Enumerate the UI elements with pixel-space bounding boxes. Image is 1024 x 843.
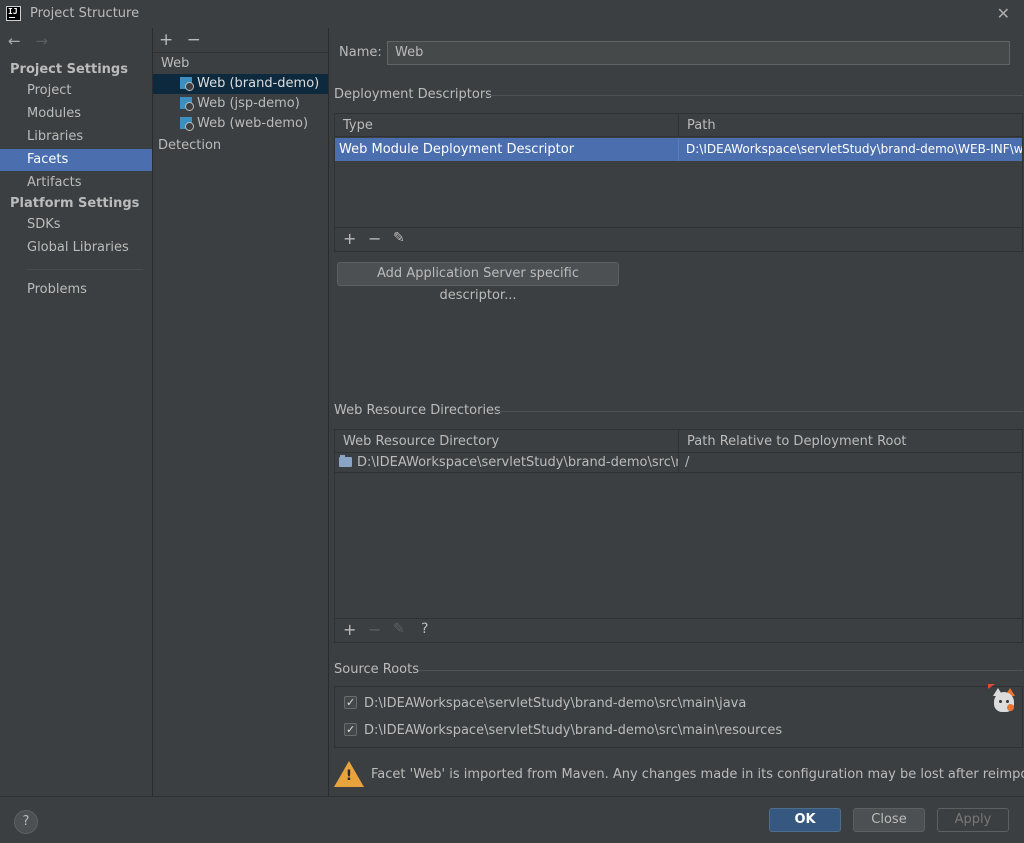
source-roots-title: Source Roots — [334, 662, 420, 677]
edit-pencil-icon[interactable]: ✎ — [393, 621, 405, 637]
tree-item-jsp-demo[interactable]: Web (jsp-demo) — [153, 94, 328, 114]
window-title: Project Structure — [30, 6, 140, 21]
resource-directory-cell: D:\IDEAWorkspace\servletStudy\brand-demo… — [335, 453, 678, 473]
column-separator — [678, 453, 679, 473]
remove-resource-button[interactable]: − — [368, 620, 381, 639]
column-header-type[interactable]: Type — [335, 114, 678, 137]
web-facet-icon — [180, 77, 194, 91]
edit-pencil-icon[interactable]: ✎ — [393, 230, 405, 246]
table-row[interactable]: D:\IDEAWorkspace\servletStudy\brand-demo… — [335, 453, 1022, 473]
web-facet-icon — [180, 97, 194, 111]
close-window-button[interactable]: ✕ — [997, 4, 1010, 23]
tree-item-label: Web (brand-demo) — [197, 76, 320, 91]
deployment-descriptors-title: Deployment Descriptors — [334, 87, 492, 102]
project-settings-header: Project Settings — [10, 62, 128, 77]
warning-exclamation: ! — [345, 768, 353, 784]
close-button[interactable]: Close — [853, 808, 925, 832]
ok-button[interactable]: OK — [769, 808, 841, 832]
table-row[interactable]: Web Module Deployment Descriptor D:\IDEA… — [335, 138, 1022, 161]
column-header-relative-path[interactable]: Path Relative to Deployment Root — [679, 430, 1019, 453]
facets-tree: Web Web (brand-demo) Web (jsp-demo) Web … — [153, 52, 328, 796]
relative-path-cell: / — [685, 455, 690, 470]
source-roots-list: D:\IDEAWorkspace\servletStudy\brand-demo… — [334, 686, 1023, 748]
source-root-item[interactable]: D:\IDEAWorkspace\servletStudy\brand-demo… — [344, 693, 747, 714]
column-separator — [678, 138, 679, 161]
nav-item-modules[interactable]: Modules — [0, 103, 152, 125]
tree-group-web[interactable]: Web — [153, 54, 328, 74]
table-header: Type Path — [335, 114, 1022, 137]
nav-item-libraries[interactable]: Libraries — [0, 126, 152, 148]
history-nav: ← → — [8, 32, 58, 50]
tree-item-web-demo[interactable]: Web (web-demo) — [153, 114, 328, 134]
source-root-checkbox[interactable] — [344, 720, 357, 740]
web-resources-table: Web Resource Directory Path Relative to … — [334, 429, 1023, 619]
tree-item-detection[interactable]: Detection — [153, 136, 328, 156]
mascot-cat-icon — [988, 684, 1018, 716]
source-root-path: D:\IDEAWorkspace\servletStudy\brand-demo… — [364, 723, 783, 738]
nav-item-artifacts[interactable]: Artifacts — [0, 172, 152, 194]
facets-panel: + − Web Web (brand-demo) Web (jsp-demo) … — [153, 28, 329, 796]
resources-toolbar: + − ✎ ? — [334, 619, 1023, 643]
maven-import-warning: ! Facet 'Web' is imported from Maven. An… — [334, 761, 1024, 791]
nav-divider — [27, 269, 143, 270]
facets-toolbar: + − — [159, 30, 209, 50]
warning-text: Facet 'Web' is imported from Maven. Any … — [371, 767, 1024, 782]
add-descriptor-button[interactable]: + — [343, 229, 356, 248]
tree-item-label: Web (web-demo) — [197, 116, 309, 131]
settings-nav: ← → Project Settings Project Modules Lib… — [0, 28, 153, 796]
intellij-logo-icon: IJ — [6, 6, 21, 21]
resource-directory-text: D:\IDEAWorkspace\servletStudy\brand-demo… — [357, 455, 678, 470]
tree-item-brand-demo[interactable]: Web (brand-demo) — [153, 74, 328, 94]
deployment-toolbar: + − ✎ — [334, 228, 1023, 252]
facet-detail-panel: Name: Web Deployment Descriptors Type Pa… — [329, 28, 1024, 796]
source-root-path: D:\IDEAWorkspace\servletStudy\brand-demo… — [364, 696, 747, 711]
source-root-checkbox[interactable] — [344, 693, 357, 713]
tree-item-label: Web (jsp-demo) — [197, 96, 300, 111]
add-server-descriptor-button[interactable]: Add Application Server specific descript… — [337, 262, 619, 303]
remove-facet-button[interactable]: − — [187, 30, 201, 50]
nav-item-global-libraries[interactable]: Global Libraries — [0, 237, 152, 259]
remove-descriptor-button[interactable]: − — [368, 229, 381, 248]
nav-item-project[interactable]: Project — [0, 80, 152, 102]
apply-button[interactable]: Apply — [937, 808, 1009, 832]
web-folder-icon — [339, 455, 352, 467]
help-question-icon[interactable]: ? — [421, 621, 428, 637]
help-button[interactable]: ? — [14, 810, 38, 834]
source-root-item[interactable]: D:\IDEAWorkspace\servletStudy\brand-demo… — [344, 720, 783, 741]
forward-arrow-icon[interactable]: → — [35, 32, 48, 50]
descriptor-type-cell: Web Module Deployment Descriptor — [339, 142, 575, 157]
descriptor-path-cell: D:\IDEAWorkspace\servletStudy\brand-demo… — [686, 142, 1022, 156]
web-facet-icon — [180, 117, 194, 131]
add-resource-button[interactable]: + — [343, 620, 356, 639]
group-divider — [419, 670, 1023, 671]
deployment-descriptors-table: Type Path Web Module Deployment Descript… — [334, 113, 1023, 228]
back-arrow-icon[interactable]: ← — [8, 32, 21, 50]
group-divider — [482, 95, 1023, 96]
dialog-footer: ? OK Close Apply — [0, 796, 1024, 843]
nav-item-sdks[interactable]: SDKs — [0, 214, 152, 236]
table-header: Web Resource Directory Path Relative to … — [335, 430, 1022, 453]
group-divider — [494, 411, 1023, 412]
nav-item-problems[interactable]: Problems — [0, 279, 152, 301]
add-facet-button[interactable]: + — [159, 30, 173, 50]
column-header-directory[interactable]: Web Resource Directory — [335, 430, 678, 453]
name-field[interactable]: Web — [387, 41, 1010, 65]
platform-settings-header: Platform Settings — [10, 196, 140, 211]
name-label: Name: — [339, 45, 382, 60]
column-header-path[interactable]: Path — [679, 114, 1019, 137]
nav-item-facets[interactable]: Facets — [0, 149, 152, 171]
title-bar: IJ Project Structure ✕ — [0, 0, 1024, 28]
web-resource-directories-title: Web Resource Directories — [334, 403, 501, 418]
